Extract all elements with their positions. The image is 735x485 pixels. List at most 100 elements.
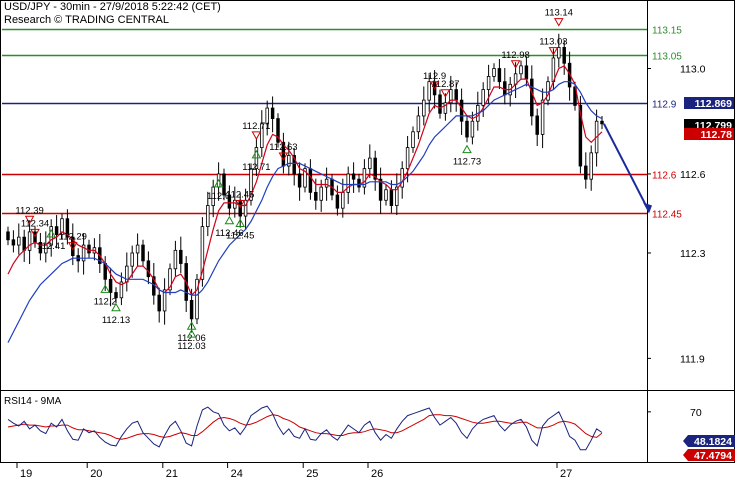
- y-tick-label: 112.6: [680, 169, 706, 181]
- rsi-y-tick-label: 70: [690, 407, 702, 419]
- swing-low-label: 112.03: [177, 341, 205, 352]
- candle-body: [335, 194, 340, 209]
- candle-body: [438, 94, 442, 114]
- candle-body: [600, 120, 604, 125]
- candle-body: [357, 178, 361, 188]
- candle-body: [557, 47, 561, 59]
- candle-body: [384, 189, 388, 201]
- swing-high-marker: [251, 131, 262, 140]
- rsi-value-tag-label: 47.4794: [694, 450, 732, 462]
- candle-body: [141, 244, 145, 262]
- candle-body: [27, 231, 32, 251]
- candle-body: [562, 47, 566, 64]
- x-tick-label: 21: [166, 468, 178, 480]
- rsi-title: RSI14 - 9MA: [4, 396, 62, 407]
- candle-body: [422, 99, 426, 117]
- candle-body: [427, 81, 431, 101]
- candle-body: [87, 244, 91, 254]
- chart-title: USD/JPY - 30min - 27/9/2018 5:22:42 (CET…: [4, 1, 221, 13]
- candle-body: [524, 65, 529, 80]
- candle-body: [206, 205, 210, 228]
- candle-body: [481, 89, 485, 106]
- candle-body: [189, 300, 194, 320]
- swing-low-label: 112.13: [102, 315, 130, 326]
- candle-body: [17, 236, 21, 246]
- chart-frame: [0, 0, 735, 463]
- y-tick-label: 113.0: [680, 64, 706, 76]
- forecast-arrow: [603, 123, 649, 210]
- rsi-ma-line: [7, 414, 603, 440]
- candle-body: [135, 244, 140, 254]
- candle-body: [535, 115, 539, 135]
- candle-body: [22, 236, 26, 251]
- candle-body: [351, 173, 356, 180]
- level-label: 113.15: [652, 26, 682, 37]
- level-label: 112.45: [652, 210, 682, 221]
- candle-body: [492, 68, 496, 77]
- swing-low-label: 112.45: [226, 230, 254, 241]
- x-tick-label: 20: [90, 468, 102, 480]
- candle-body: [400, 168, 404, 188]
- candle-body: [11, 239, 16, 246]
- rsi-line: [7, 405, 603, 451]
- candle-body: [297, 173, 302, 188]
- candle-body: [270, 107, 275, 119]
- candle-body: [465, 120, 469, 138]
- y-tick-label: 111.9: [680, 353, 705, 365]
- swing-low-marker: [224, 215, 235, 225]
- candle-body: [589, 152, 593, 180]
- candle-body: [233, 199, 237, 209]
- swing-low-label: 112.6: [207, 191, 230, 202]
- chart-source: Research © TRADING CENTRAL: [4, 14, 169, 26]
- candle-body: [459, 99, 464, 122]
- swing-high-marker: [553, 18, 564, 27]
- candle-body: [389, 189, 394, 206]
- candle-body: [146, 260, 151, 278]
- swing-high-label: 113.14: [545, 8, 573, 19]
- swing-high-label: 112.34: [21, 218, 49, 229]
- swing-high-label: 112.71: [242, 121, 270, 132]
- candle-body: [157, 294, 161, 312]
- swing-high-label: 112.98: [501, 50, 529, 61]
- y-tick-label: 112.3: [680, 248, 706, 260]
- x-tick-label: 27: [560, 468, 572, 480]
- swing-high-label: 112.39: [15, 205, 43, 216]
- swing-low-label: 112.41: [37, 241, 65, 252]
- chart-root: 113.15 113.05 112.9 112.6 112.45 112.39 112.45…: [0, 0, 735, 480]
- candle-body: [179, 249, 183, 264]
- price-tag-label: 112.78: [700, 129, 732, 141]
- candle-body: [503, 81, 507, 96]
- rsi-value-tag-label: 48.1824: [694, 436, 732, 448]
- candle-body: [486, 76, 491, 90]
- candle-body: [411, 131, 415, 148]
- candle-body: [368, 157, 372, 170]
- candle-body: [454, 89, 458, 101]
- candle-body: [341, 191, 345, 209]
- level-label: 112.6: [652, 171, 677, 182]
- candle-body: [108, 278, 113, 293]
- swing-low-label: 112.71: [242, 162, 270, 173]
- candle-body: [173, 249, 178, 270]
- price-tag-label: 112.869: [695, 98, 733, 110]
- chart-canvas: 113.15113.05112.9112.6112.45112.39112.45…: [0, 0, 735, 480]
- swing-low-label: 112.2: [94, 296, 117, 307]
- candle-body: [530, 78, 534, 117]
- candle-body: [519, 65, 523, 75]
- swing-low-label: 112.73: [453, 157, 481, 168]
- x-tick-label: 26: [371, 468, 383, 480]
- candle-body: [319, 186, 323, 201]
- candle-body: [54, 226, 59, 235]
- candle-body: [470, 120, 475, 138]
- candle-body: [584, 165, 588, 180]
- swing-low-marker: [462, 144, 472, 154]
- candle-body: [6, 231, 10, 241]
- candle-body: [540, 99, 545, 135]
- candle-body: [308, 168, 313, 193]
- candle-body: [324, 178, 329, 188]
- swing-high-label: 112.45: [226, 189, 254, 200]
- candle-body: [130, 252, 134, 267]
- candle-body: [497, 68, 502, 83]
- x-tick-label: 19: [20, 468, 32, 480]
- candle-body: [405, 147, 410, 170]
- candle-body: [416, 115, 421, 133]
